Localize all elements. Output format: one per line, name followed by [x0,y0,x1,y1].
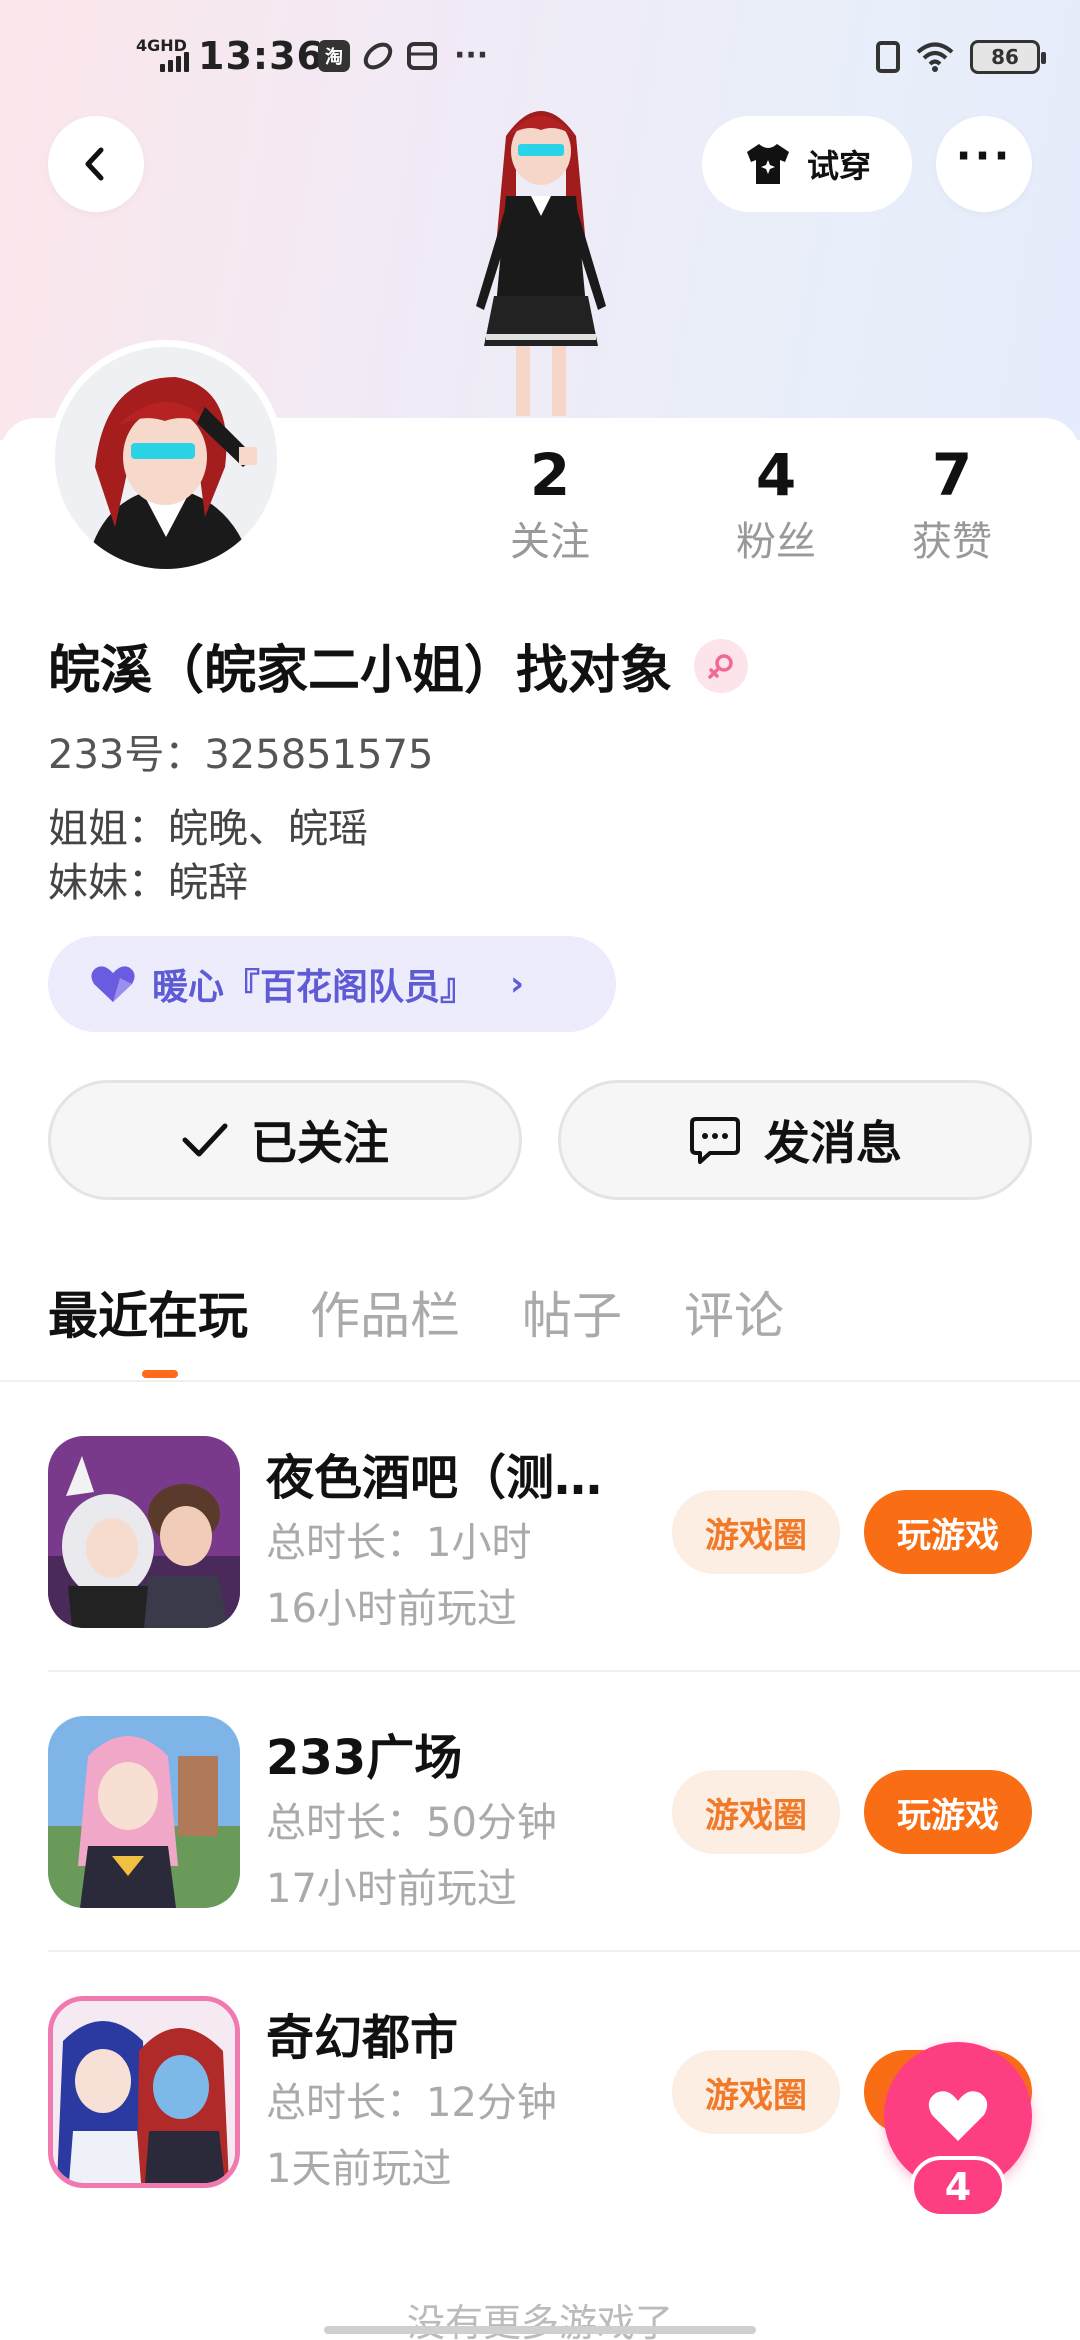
list-item[interactable]: 夜色酒吧（测… 总时长：1小时 16小时前玩过 游戏圈 玩游戏 [48,1436,1032,1632]
more-options-button[interactable]: ··· [936,116,1032,212]
play-duration: 总时长：1小时 [266,1520,532,1566]
last-played: 17小时前玩过 [266,1866,517,1912]
back-button[interactable] [48,116,144,212]
game-icon[interactable] [48,1716,240,1908]
chevron-right-icon: › [510,964,525,1004]
bio-line: 姐姐：皖晚、皖瑶 [48,806,368,852]
tab-comments[interactable]: 评论 [684,1276,784,1348]
wifi-icon [916,42,954,72]
guild-badge[interactable]: 暖心『百花阁队员』 › [48,936,616,1032]
play-game-button[interactable]: 玩游戏 [864,1770,1032,1854]
avatar[interactable] [55,347,277,569]
game-circle-button[interactable]: 游戏圈 [672,1770,840,1854]
try-on-button[interactable]: 试穿 [702,116,912,212]
stat-fans[interactable]: 4 粉丝 [688,440,864,570]
game-title: 奇幻都市 [266,2010,459,2066]
game-meta: 总时长：1小时 16小时前玩过 [266,1510,531,1642]
tab-posts[interactable]: 帖子 [522,1276,622,1348]
taobao-app-icon: 淘 [318,40,350,72]
status-time: 13:36 [198,34,324,78]
game-circle-button[interactable]: 游戏圈 [672,2050,840,2134]
game-circle-button[interactable]: 游戏圈 [672,1490,840,1574]
list-divider [48,1670,1080,1672]
tshirt-icon [746,144,789,184]
profile-tabs: 最近在玩 作品栏 帖子 评论 [48,1276,784,1348]
list-item[interactable]: 233广场 总时长：50分钟 17小时前玩过 游戏圈 玩游戏 [48,1716,1032,1912]
signal-icon [160,52,189,72]
following-label: 关注 [510,519,591,565]
likes-count: 7 [931,441,973,509]
profile-stats: 2 关注 4 粉丝 7 获赞 [500,440,1040,570]
fans-label: 粉丝 [736,519,817,565]
try-on-label: 试穿 [806,147,871,185]
tab-works[interactable]: 作品栏 [310,1276,460,1348]
list-item[interactable]: 奇幻都市 总时长：12分钟 1天前玩过 游戏圈 玩游戏 [48,1996,1032,2192]
more-notifications-icon: ··· [454,38,489,73]
nickname: 皖溪（皖家二小姐）找对象 [48,641,673,701]
stat-following[interactable]: 2 关注 [500,440,600,570]
like-count-badge: 4 [910,2156,1006,2218]
wallet-notification-icon [406,40,438,72]
avatar-frame [48,340,284,576]
heart-icon [91,966,135,1002]
vibrate-icon [876,41,900,73]
game-icon[interactable] [48,1436,240,1628]
app-notification-icon [362,40,394,72]
user-id: 233号：325851575 [48,732,434,778]
avatar-3d-figure [476,111,606,416]
game-icon[interactable] [48,1996,240,2188]
heart-icon [928,2091,988,2141]
more-dots-icon: ··· [955,131,1013,180]
stat-likes[interactable]: 7 获赞 [864,440,1040,570]
followed-button[interactable]: 已关注 [48,1080,522,1200]
last-played: 1天前玩过 [266,2146,452,2192]
play-duration: 总时长：50分钟 [266,1800,557,1846]
list-divider [48,1950,1080,1952]
send-message-label: 发消息 [764,1116,902,1170]
chat-bubble-icon [690,1117,740,1164]
status-bar: 4GHD 13:36 淘 ··· 86 [0,0,1080,110]
tabs-divider [0,1380,1080,1382]
game-title: 夜色酒吧（测… [266,1450,603,1506]
last-played: 16小时前玩过 [266,1586,517,1632]
tab-recently-played[interactable]: 最近在玩 [48,1276,248,1348]
female-gender-icon [694,638,749,693]
game-title: 233广场 [266,1730,463,1786]
followed-label: 已关注 [251,1116,389,1170]
send-message-button[interactable]: 发消息 [558,1080,1032,1200]
chevron-left-icon [85,147,104,181]
nickname-row: 皖溪（皖家二小姐）找对象 [48,628,749,703]
likes-label: 获赞 [912,519,993,565]
battery-icon: 86 [970,40,1046,74]
play-game-button[interactable]: 玩游戏 [864,1490,1032,1574]
system-indicators: 86 [876,40,1046,74]
following-count: 2 [529,441,571,509]
check-icon [182,1123,228,1157]
bio-line: 妹妹：皖辞 [48,860,248,906]
fans-count: 4 [755,441,797,509]
game-meta: 总时长：12分钟 1天前玩过 [266,2070,557,2202]
badge-label: 暖心『百花阁队员』 [152,967,477,1008]
play-duration: 总时长：12分钟 [266,2080,557,2126]
notification-icons: 淘 ··· [318,40,488,72]
home-indicator[interactable] [324,2326,756,2334]
active-tab-indicator [142,1370,178,1378]
game-meta: 总时长：50分钟 17小时前玩过 [266,1790,557,1922]
bio: 姐姐：皖晚、皖瑶 妹妹：皖辞 [48,802,368,910]
